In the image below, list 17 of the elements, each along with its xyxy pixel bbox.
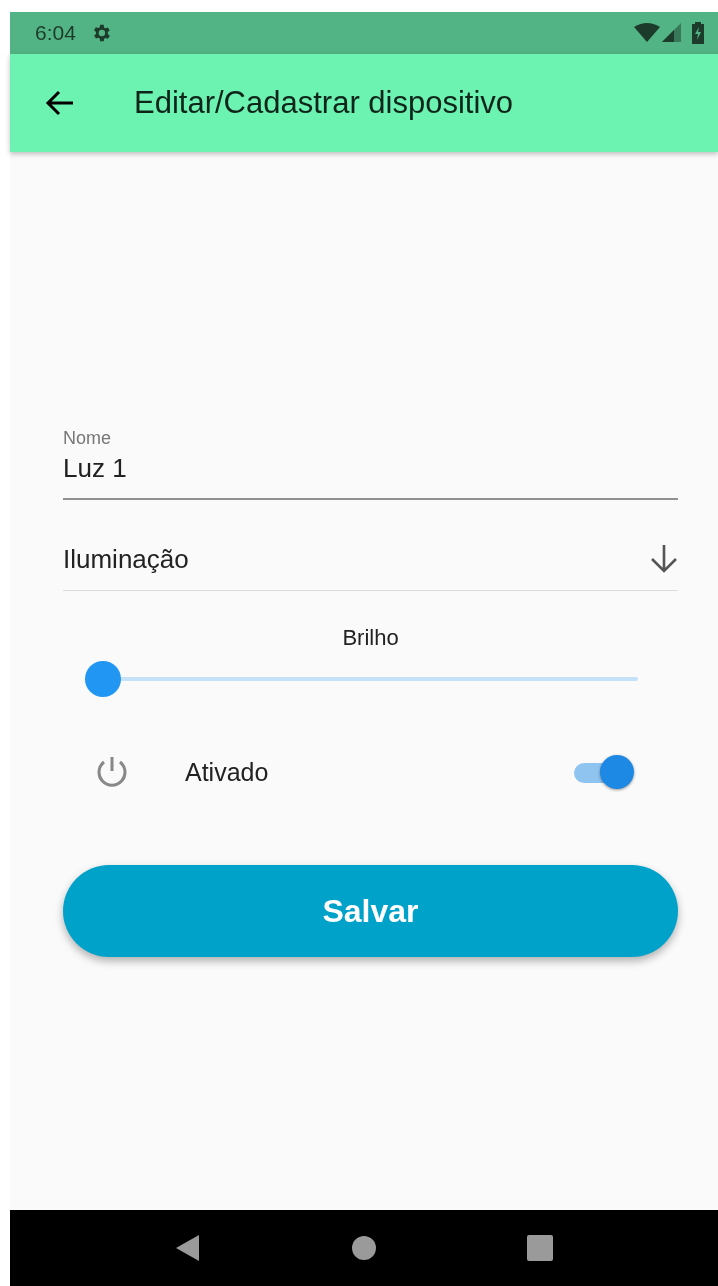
back-triangle-icon[interactable] (175, 1234, 201, 1262)
home-circle-icon[interactable] (351, 1235, 377, 1261)
battery-icon (692, 22, 704, 44)
signal-icon (662, 23, 682, 43)
switch-label: Ativado (185, 757, 270, 787)
screen-title: Editar/Cadastrar dispositivo (134, 85, 514, 121)
slider-thumb[interactable] (85, 661, 121, 697)
toggle-switch[interactable] (572, 755, 634, 789)
device-type-dropdown[interactable]: Iluminação (63, 530, 678, 591)
field-label: Nome (63, 428, 111, 449)
down-arrow-icon (650, 544, 678, 574)
power-icon (95, 755, 129, 789)
back-arrow-icon (45, 90, 75, 116)
status-time: 6:04 (35, 21, 76, 45)
name-field[interactable]: Luz 1 (63, 453, 678, 500)
wifi-icon (634, 23, 660, 43)
slider-label: Brilho (341, 625, 400, 651)
